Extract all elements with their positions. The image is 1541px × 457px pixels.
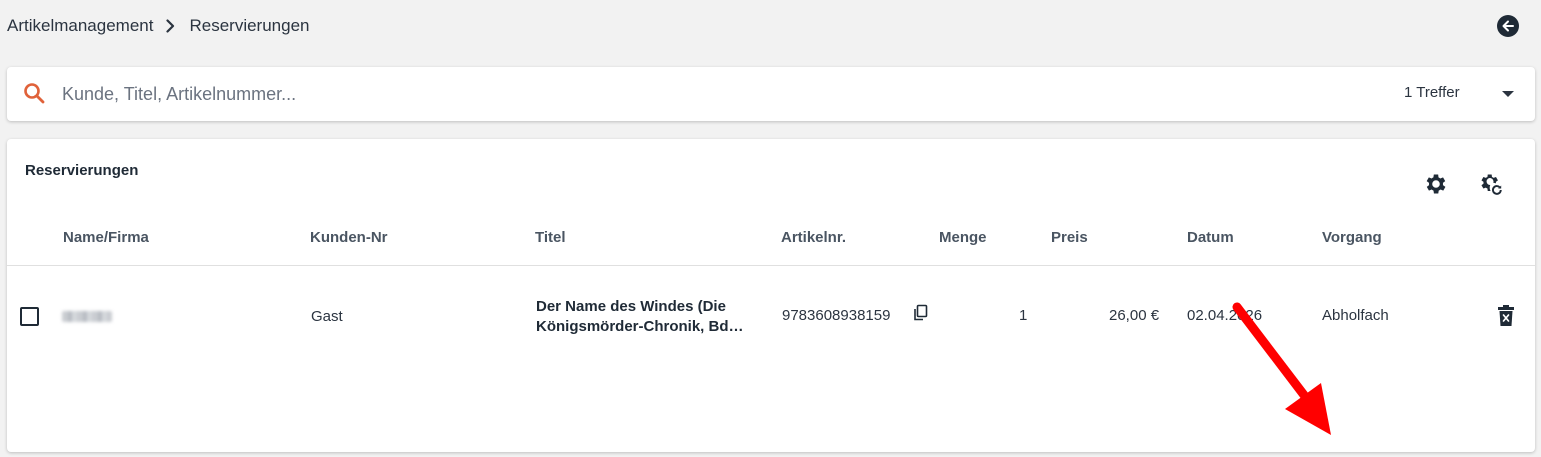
gear-refresh-icon[interactable] bbox=[1478, 171, 1504, 197]
header-divider bbox=[7, 265, 1535, 266]
arrow-left-icon bbox=[1502, 20, 1514, 32]
title-line-2: Königsmörder-Chronik, Bd… bbox=[536, 318, 744, 335]
column-header-name[interactable]: Name/Firma bbox=[63, 229, 149, 246]
caret-down-icon[interactable] bbox=[1500, 87, 1516, 101]
trash-icon[interactable] bbox=[1497, 305, 1515, 327]
column-header-customer-no[interactable]: Kunden-Nr bbox=[310, 229, 388, 246]
column-header-price[interactable]: Preis bbox=[1051, 229, 1088, 246]
date-cell: 02.04.2026 bbox=[1187, 307, 1263, 324]
breadcrumb-item-artikelmanagement[interactable]: Artikelmanagement bbox=[7, 16, 153, 36]
chevron-right-icon bbox=[166, 19, 175, 33]
title-cell[interactable]: Der Name des Windes (Die Königsmörder-Ch… bbox=[536, 297, 766, 337]
column-header-process[interactable]: Vorgang bbox=[1322, 229, 1382, 246]
customer-name-redacted bbox=[62, 311, 112, 322]
search-input[interactable] bbox=[62, 81, 962, 107]
column-header-title[interactable]: Titel bbox=[535, 229, 566, 246]
column-header-quantity[interactable]: Menge bbox=[939, 229, 987, 246]
customer-no-cell: Gast bbox=[311, 308, 343, 325]
back-button[interactable] bbox=[1497, 15, 1519, 37]
column-header-article-no[interactable]: Artikelnr. bbox=[781, 229, 846, 246]
search-icon[interactable] bbox=[23, 82, 45, 104]
quantity-cell: 1 bbox=[1019, 307, 1028, 324]
price-cell: 26,00 € bbox=[1109, 307, 1160, 324]
title-line-1: Der Name des Windes (Die bbox=[536, 298, 726, 315]
column-header-date[interactable]: Datum bbox=[1187, 229, 1234, 246]
copy-icon[interactable] bbox=[913, 304, 929, 322]
article-no-cell: 9783608938159 bbox=[782, 307, 891, 324]
search-bar: 1 Treffer bbox=[7, 67, 1535, 121]
breadcrumb-item-reservierungen: Reservierungen bbox=[189, 16, 310, 35]
table-title: Reservierungen bbox=[25, 162, 139, 179]
breadcrumb: Artikelmanagement Reservierungen bbox=[7, 15, 309, 37]
gear-icon[interactable] bbox=[1423, 171, 1449, 197]
hit-count: 1 Treffer bbox=[1404, 84, 1460, 101]
reservations-table: Reservierungen Name/Firma Kunden-Nr Tite… bbox=[7, 139, 1535, 452]
process-cell: Abholfach bbox=[1322, 307, 1389, 324]
row-checkbox[interactable] bbox=[20, 307, 39, 326]
